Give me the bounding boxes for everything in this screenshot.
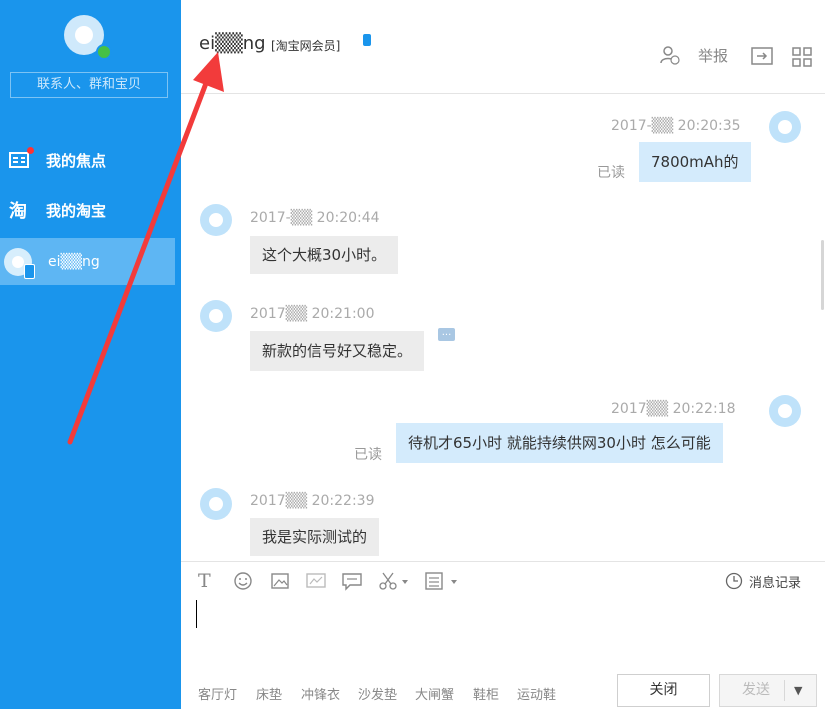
image-icon[interactable] [270,571,290,591]
message-time: 2017-▒▒ 20:20:35 [611,118,741,134]
read-status: 已读 [597,165,625,181]
message-list[interactable]: 2017-▒▒ 20:20:35 已读 7800mAh的 2017-▒▒ 20:… [181,94,825,561]
hot-word-link[interactable]: 运动鞋 [517,684,556,703]
divider [784,680,785,701]
contact-avatar [200,488,232,520]
message-time: 2017▒▒ 20:21:00 [250,306,375,322]
hot-word-link[interactable]: 客厅灯 [198,684,237,703]
message-time: 2017-▒▒ 20:20:44 [250,210,380,226]
contact-name: ei▒▒ng [48,253,100,270]
contact-search-input[interactable]: 联系人、群和宝贝 [10,72,168,98]
taobao-icon: 淘 [9,200,27,221]
chat-header: ei▒▒ng [淘宝网会员] 举报 [181,0,825,94]
my-avatar [769,111,801,143]
message-bubble[interactable]: 新款的信号好又稳定。 [250,331,425,371]
contact-avatar [200,204,232,236]
message-bubble[interactable]: 我是实际测试的 [250,518,380,556]
unread-dot-icon [27,147,34,154]
composer: T 消息记录 客厅灯 床垫 冲锋衣 沙发垫 大闸蟹 鞋柜 运动鞋 关闭 发送 ▼ [181,561,825,710]
send-options-icon[interactable]: ▼ [794,675,802,706]
hot-word-link[interactable]: 大闸蟹 [415,684,454,703]
chat-contact-name[interactable]: ei▒▒ng [199,33,266,54]
member-tag: [淘宝网会员] [271,39,341,53]
message-bubble[interactable]: 这个大概30小时。 [250,236,399,274]
sidebar-item-taobao[interactable]: 淘 我的淘宝 [0,187,181,233]
emoji-icon[interactable] [233,571,253,591]
close-button[interactable]: 关闭 [617,674,710,707]
online-status-icon [96,44,112,60]
hot-word-link[interactable]: 床垫 [256,684,282,703]
transfer-icon[interactable] [751,46,773,66]
message-time: 2017▒▒ 20:22:18 [611,401,736,417]
read-status: 已读 [354,447,382,463]
message-input[interactable] [196,600,197,628]
quick-reply-icon[interactable] [341,571,363,591]
mobile-icon [24,264,35,279]
add-friend-icon[interactable] [659,44,681,66]
svg-text:淘: 淘 [9,200,27,221]
my-avatar [769,395,801,427]
message-scrollbar[interactable] [821,240,824,310]
sidebar-item-label: 我的淘宝 [46,201,107,220]
send-label: 发送 [742,682,770,698]
message-bubble[interactable]: 待机才65小时 就能持续供网30小时 怎么可能 [396,423,723,463]
sidebar-item-label: 我的焦点 [46,151,107,170]
sidebar: 联系人、群和宝贝 我的焦点 淘 我的淘宝 ei▒▒ng [0,0,181,709]
calculator-icon[interactable] [425,571,459,591]
font-icon[interactable]: T [198,570,211,592]
apps-grid-icon[interactable] [791,46,813,68]
hot-word-link[interactable]: 鞋柜 [473,684,499,703]
report-button[interactable]: 举报 [698,45,728,66]
sidebar-item-focus[interactable]: 我的焦点 [0,137,181,183]
message-history-button[interactable]: 消息记录 [749,572,801,591]
send-button[interactable]: 发送 ▼ [719,674,817,707]
hot-word-link[interactable]: 沙发垫 [358,684,397,703]
more-options-icon[interactable]: ... [438,328,455,341]
sidebar-contact-active[interactable]: ei▒▒ng [0,238,175,285]
contact-avatar [200,300,232,332]
mobile-icon [363,34,371,46]
message-time: 2017▒▒ 20:22:39 [250,493,375,509]
clock-icon[interactable] [725,572,743,590]
hot-word-link[interactable]: 冲锋衣 [301,684,340,703]
scissors-icon[interactable] [378,571,410,591]
screenshot-icon[interactable] [305,571,327,591]
message-bubble[interactable]: 7800mAh的 [639,142,751,182]
